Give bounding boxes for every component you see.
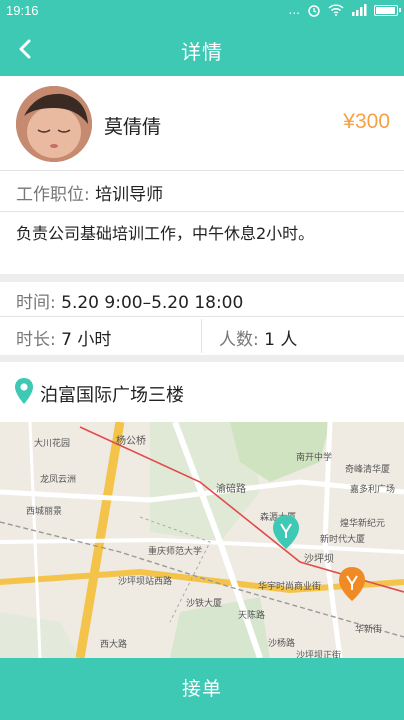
map-label: 华宇时尚商业街 [258, 582, 322, 592]
map-label: 煌华新纪元 [340, 519, 386, 529]
duration-value: 7 小时 [61, 330, 112, 350]
duration-people-row: 时长: 7 小时 人数: 1 人 [0, 317, 404, 355]
duration-label: 时长: [16, 330, 56, 350]
time-row: 时间: 5.20 9:00–5.20 18:00 [0, 282, 404, 316]
signal-icon [352, 4, 367, 16]
people-count: 人数: 1 人 [219, 325, 297, 350]
map-label: 西城丽景 [26, 507, 63, 517]
map-label: 重庆师范大学 [148, 547, 203, 557]
duration: 时长: 7 小时 [16, 325, 111, 350]
address-row[interactable]: 泊富国际广场三楼 [0, 362, 404, 422]
signal-dots: ... [288, 3, 300, 17]
status-bar: 19:16 ... [0, 0, 404, 22]
alarm-icon [308, 5, 320, 17]
vertical-divider [201, 319, 202, 353]
map-label: 沙坪坝站西路 [118, 577, 173, 587]
map-label: 新时代大厦 [320, 535, 366, 545]
people-value: 1 人 [264, 330, 298, 350]
teal-map-marker-icon[interactable] [272, 514, 300, 550]
map-label: 嘉多利广场 [350, 485, 396, 495]
map-label: 大川花园 [34, 439, 71, 449]
status-icons: ... [288, 3, 401, 17]
map-label: 沙铁大厦 [186, 599, 223, 609]
time-value: 5.20 9:00–5.20 18:00 [61, 293, 244, 313]
map-label: 龙凤云洲 [40, 475, 77, 485]
job-description: 负责公司基础培训工作，中午休息2小时。 [0, 212, 404, 274]
map-label: 杨公桥 [116, 436, 146, 447]
position-value: 培训导师 [95, 185, 164, 205]
price: ¥300 [343, 110, 390, 133]
map-label: 奇峰清华厦 [345, 465, 391, 475]
page-title: 详情 [181, 40, 223, 64]
address-text: 泊富国际广场三楼 [40, 385, 184, 406]
time-label: 时间: [16, 293, 56, 313]
position-label: 工作职位: [16, 185, 90, 205]
people-label: 人数: [219, 330, 259, 350]
nav-bar: 详情 [0, 22, 404, 76]
location-pin-icon [15, 378, 33, 404]
position-row: 工作职位: 培训导师 [0, 171, 404, 211]
map-label: 沙坪坝正街 [296, 651, 342, 658]
map-view[interactable]: 杨公桥 大川花园 龙凤云洲 西城丽景 渝碚路 森源大厦 南开中学 奇峰清华厦 嘉… [0, 422, 404, 658]
user-name: 莫倩倩 [104, 116, 162, 138]
wifi-icon [328, 4, 344, 16]
status-time: 19:16 [6, 3, 39, 18]
orange-map-marker-icon[interactable] [338, 566, 366, 602]
profile-card: 莫倩倩 ¥300 [0, 76, 404, 170]
accept-order-button[interactable]: 接单 [0, 658, 404, 720]
map-label: 沙杨路 [268, 639, 296, 649]
battery-icon [374, 4, 401, 16]
map-label: 渝碚路 [216, 484, 246, 495]
map-label: 天陈路 [238, 611, 266, 621]
map-label: 南开中学 [296, 453, 333, 463]
map-label: 沙坪坝 [304, 554, 334, 565]
map-label: 西大路 [100, 640, 128, 650]
avatar[interactable] [16, 86, 92, 162]
map-label: 华新街 [355, 625, 383, 635]
